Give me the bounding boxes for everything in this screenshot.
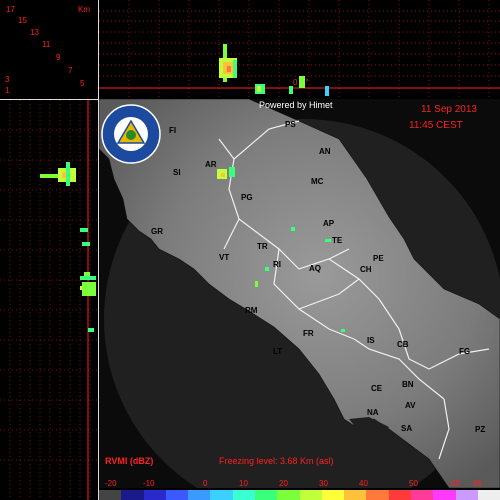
top-grid-vertical xyxy=(128,0,490,99)
height-label-7: 7 xyxy=(68,66,73,75)
colorbar-swatch-7 xyxy=(254,490,278,500)
city-av: AV xyxy=(405,401,416,410)
colorbar-swatch-11 xyxy=(344,490,367,500)
colorbar-swatch-12 xyxy=(366,490,389,500)
cb-tick-5: 30 xyxy=(319,479,328,488)
height-label-1: 1 xyxy=(5,86,10,95)
city-aq: AQ xyxy=(309,264,321,273)
city-cb: CB xyxy=(397,340,409,349)
cb-tick-8: 60 xyxy=(451,479,460,488)
city-an: AN xyxy=(319,147,331,156)
city-ap: AP xyxy=(323,219,335,228)
city-is: IS xyxy=(367,336,375,345)
colorbar-swatch-6 xyxy=(232,490,255,500)
colorbar-swatch-2 xyxy=(143,490,166,500)
top-panel-svg: 0 C° xyxy=(99,0,500,99)
colorbar-ticks-svg: -20 -10 0 10 20 30 40 50 60 65 xyxy=(105,479,482,488)
left-height-panel xyxy=(0,100,98,500)
city-te: TE xyxy=(332,236,343,245)
city-gr: GR xyxy=(151,227,163,236)
colorbar-swatch-1 xyxy=(121,490,144,500)
radar-map: FI PS AN SI AR MC PG GR AP TE TR VT RI P… xyxy=(99,99,500,488)
city-ar: AR xyxy=(205,160,217,169)
city-bn: BN xyxy=(402,380,414,389)
height-axis-svg: 17 15 13 11 9 7 5 3 1 Km xyxy=(5,5,90,95)
city-na: NA xyxy=(367,408,379,417)
freezing-level-label: Freezing level: 3.68 Km (asl) xyxy=(219,456,334,466)
colorbar-swatch-5 xyxy=(210,490,233,500)
top-height-panel: 0 C° xyxy=(99,0,500,99)
colorbar-swatch-3 xyxy=(165,490,189,500)
reflectivity-colorbar xyxy=(99,490,500,500)
time-label: 11:45 CEST xyxy=(409,120,463,131)
city-sa: SA xyxy=(401,424,412,433)
powered-by-label: Powered by Himet xyxy=(259,100,333,110)
height-label-17: 17 xyxy=(6,5,15,14)
city-ch: CH xyxy=(360,265,372,274)
city-mc: MC xyxy=(311,177,324,186)
city-si: SI xyxy=(173,168,181,177)
height-axis-corner: 17 15 13 11 9 7 5 3 1 Km xyxy=(0,0,99,99)
map-svg: FI PS AN SI AR MC PG GR AP TE TR VT RI P… xyxy=(99,99,500,488)
colorbar-swatch-13 xyxy=(388,490,411,500)
city-ps: PS xyxy=(285,120,296,129)
colorbar-swatch-10 xyxy=(321,490,345,500)
cb-tick-1: -10 xyxy=(143,479,155,488)
left-panel-svg xyxy=(0,100,98,500)
city-vt: VT xyxy=(219,253,229,262)
height-label-11: 11 xyxy=(42,40,51,49)
colorbar-swatch-15 xyxy=(433,490,456,500)
height-label-3: 3 xyxy=(5,75,10,84)
height-label-13: 13 xyxy=(30,28,39,37)
city-rm: RM xyxy=(245,306,258,315)
protezione-civile-logo xyxy=(101,104,161,164)
colorbar-swatch-14 xyxy=(410,490,434,500)
cb-tick-4: 20 xyxy=(279,479,288,488)
cb-tick-2: 0 xyxy=(203,479,208,488)
city-tr: TR xyxy=(257,242,268,251)
city-fi: FI xyxy=(169,126,176,135)
city-lt: LT xyxy=(273,347,282,356)
city-fr: FR xyxy=(303,329,314,338)
date-label: 11 Sep 2013 xyxy=(421,104,477,115)
cb-tick-6: 40 xyxy=(359,479,368,488)
city-ce: CE xyxy=(371,384,383,393)
colorbar-swatch-9 xyxy=(299,490,322,500)
city-ri: RI xyxy=(273,260,281,269)
colorbar-swatch-0 xyxy=(99,490,122,500)
cb-tick-7: 50 xyxy=(409,479,418,488)
colorbar-swatch-4 xyxy=(188,490,211,500)
city-pg: PG xyxy=(241,193,253,202)
height-unit-label: Km xyxy=(78,5,90,14)
product-label: RVMI (dBZ) xyxy=(105,456,154,466)
colorbar-ticks: -20 -10 0 10 20 30 40 50 60 65 xyxy=(99,475,500,489)
height-label-15: 15 xyxy=(18,16,27,25)
colorbar-swatch-16 xyxy=(455,490,478,500)
city-fg: FG xyxy=(459,347,470,356)
cb-tick-9: 65 xyxy=(473,479,482,488)
height-label-9: 9 xyxy=(56,53,61,62)
radar-display: 0 C° 17 15 13 11 9 7 xyxy=(0,0,500,500)
cb-tick-3: 10 xyxy=(239,479,248,488)
colorbar-swatch-17 xyxy=(477,490,500,500)
cb-tick-0: -20 xyxy=(105,479,117,488)
city-pz: PZ xyxy=(475,425,485,434)
height-label-5: 5 xyxy=(80,79,85,88)
city-pe: PE xyxy=(373,254,384,263)
colorbar-swatch-8 xyxy=(277,490,300,500)
